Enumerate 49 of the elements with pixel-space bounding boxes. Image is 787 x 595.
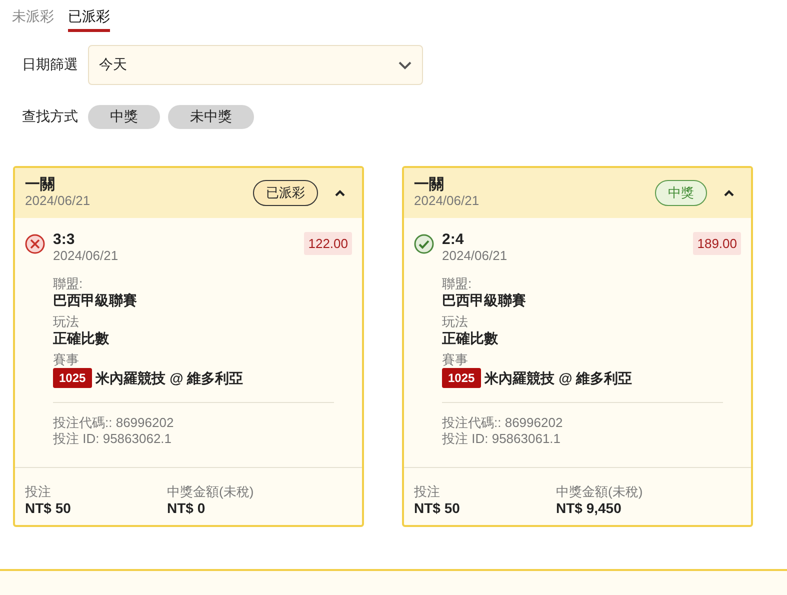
match-date: 2024/06/21 [442, 248, 508, 264]
league-label: 聯盟: [53, 276, 84, 292]
league-name: 巴西甲級聯賽 [442, 292, 527, 309]
stake-value: NT$ 50 [414, 500, 461, 517]
bet-code: 投注代碼:: 86996202 [442, 415, 564, 431]
payout-value: NT$ 9,450 [556, 500, 622, 517]
odds-amount: 189.00 [693, 232, 741, 255]
tab[interactable]: 已派彩 [68, 8, 110, 32]
league-label: 聯盟: [442, 276, 473, 292]
bet-id: 投注 ID: 95863062.1 [53, 431, 173, 447]
chevron-down-icon [398, 60, 412, 70]
filter-chip[interactable]: 未中獎 [168, 105, 254, 129]
bet-code: 投注代碼:: 86996202 [53, 415, 175, 431]
stake-label: 投注 [25, 484, 52, 500]
payout-label: 中獎金額(未稅) [167, 484, 255, 500]
payout-value: NT$ 0 [167, 500, 206, 517]
date-filter-label: 日期篩選 [22, 56, 78, 74]
date-select-value: 今天 [99, 56, 127, 74]
search-mode-label: 查找方式 [22, 108, 78, 126]
event-code: 1025 [53, 368, 92, 388]
filter-chip[interactable]: 中獎 [88, 105, 160, 129]
event-label: 賽事 [53, 352, 80, 368]
tab[interactable]: 未派彩 [12, 8, 54, 32]
event-name: 米內羅競技 @ 維多利亞 [484, 370, 632, 386]
stake-label: 投注 [414, 484, 441, 500]
event-code: 1025 [442, 368, 481, 388]
odds-amount: 122.00 [304, 232, 352, 255]
bet-date: 2024/06/21 [25, 193, 92, 209]
match-date: 2024/06/21 [53, 248, 118, 264]
date-select[interactable]: 今天 [88, 45, 423, 85]
event-label: 賽事 [442, 352, 469, 368]
score: 2:4 [442, 232, 465, 248]
status-badge: 已派彩 [253, 180, 318, 206]
caret-up-icon[interactable] [334, 189, 346, 197]
caret-up-icon[interactable] [723, 189, 735, 197]
score: 3:3 [53, 232, 76, 248]
status-badge: 中獎 [655, 180, 707, 206]
league-name: 巴西甲級聯賽 [53, 292, 138, 309]
stake-value: NT$ 50 [25, 500, 72, 517]
bet-type: 一關 [25, 177, 56, 193]
event-name: 米內羅競技 @ 維多利亞 [96, 370, 244, 386]
play-type: 正確比數 [53, 330, 110, 347]
play-type: 正確比數 [442, 330, 499, 347]
play-label: 玩法 [53, 314, 80, 330]
bet-id: 投注 ID: 95863061.1 [442, 431, 562, 447]
bet-type: 一關 [414, 177, 445, 193]
play-label: 玩法 [442, 314, 469, 330]
bet-date: 2024/06/21 [414, 193, 480, 209]
payout-label: 中獎金額(未稅) [556, 484, 644, 500]
